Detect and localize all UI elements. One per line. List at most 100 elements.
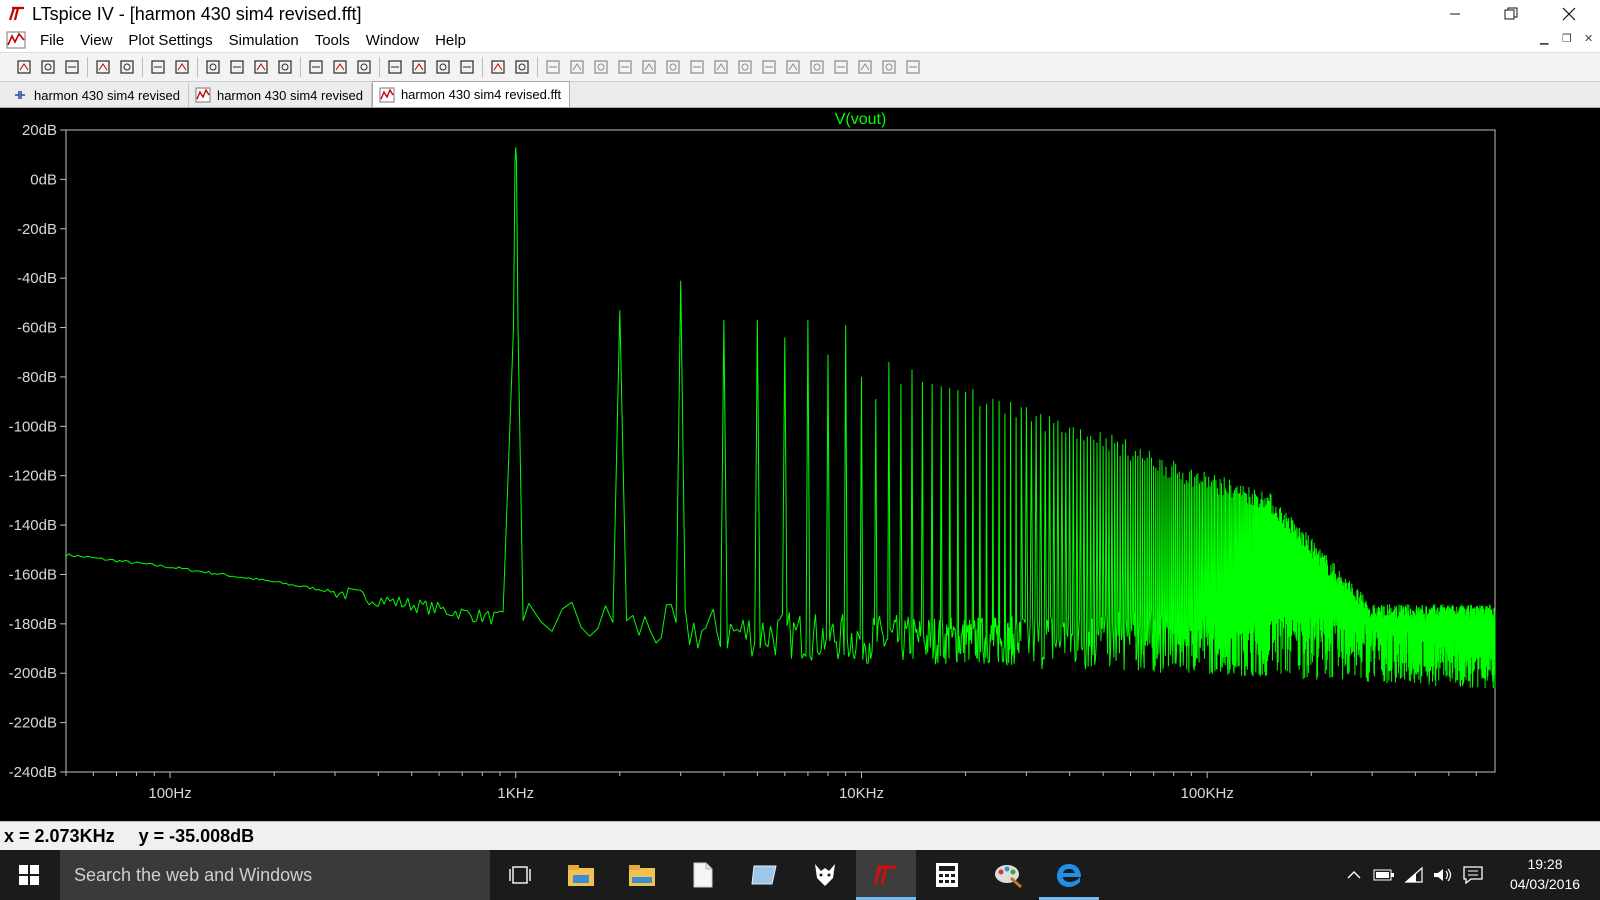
text-icon[interactable] <box>903 57 923 77</box>
inductor-icon[interactable] <box>687 57 707 77</box>
x-tick-label: 100KHz <box>1181 785 1234 802</box>
edge-icon[interactable] <box>1039 850 1099 900</box>
find-icon[interactable] <box>488 57 508 77</box>
toolbar-separator <box>482 57 483 77</box>
rotate-icon[interactable] <box>855 57 875 77</box>
sticky-icon[interactable] <box>734 850 794 900</box>
waveform-icon <box>379 87 395 102</box>
open-icon[interactable] <box>38 57 58 77</box>
action-center-icon[interactable] <box>1460 850 1486 900</box>
child-close-icon[interactable]: ✕ <box>1584 32 1593 45</box>
y-tick-label: 20dB <box>22 122 57 139</box>
child-minimize-icon[interactable]: ▁ <box>1540 32 1548 45</box>
wire-icon[interactable] <box>567 57 587 77</box>
cut-icon[interactable] <box>409 57 429 77</box>
paste-icon[interactable] <box>457 57 477 77</box>
cursor-y-readout: y = -35.008dB <box>138 825 255 846</box>
window-title: LTspice IV - [harmon 430 sim4 revised.ff… <box>32 3 362 24</box>
move-icon[interactable] <box>759 57 779 77</box>
title-bar: LTspice IV - [harmon 430 sim4 revised.ff… <box>0 0 1600 28</box>
battery-icon[interactable] <box>1372 850 1396 900</box>
tile-windows-icon[interactable] <box>354 57 374 77</box>
print-icon[interactable] <box>543 57 563 77</box>
calculator-icon[interactable] <box>917 850 977 900</box>
x-tick-label: 10KHz <box>839 785 884 802</box>
split-plot-icon[interactable] <box>330 57 350 77</box>
task-view-icon[interactable] <box>490 850 550 900</box>
menu-view[interactable]: View <box>72 32 120 49</box>
chevron-up-icon[interactable] <box>1343 850 1365 900</box>
tab-waveform[interactable]: harmon 430 sim4 revised <box>189 83 372 107</box>
volume-icon[interactable] <box>1431 850 1455 900</box>
foxit-icon[interactable] <box>795 850 855 900</box>
y-tick-label: -240dB <box>9 764 57 781</box>
pan-icon[interactable] <box>203 57 223 77</box>
menu-file[interactable]: File <box>32 32 72 49</box>
plot-pane[interactable]: 20dB 0dB -20dB -40dB -60dB -80dB -100dB -120dB -… <box>0 108 1600 821</box>
tab-label: harmon 430 sim4 revised <box>216 87 363 103</box>
menu-help[interactable]: Help <box>427 32 474 49</box>
clock-date[interactable]: 04/03/2016 <box>1505 876 1585 892</box>
zoom-back-icon[interactable] <box>227 57 247 77</box>
y-tick-label: -120dB <box>9 468 57 485</box>
document-icon[interactable] <box>673 850 733 900</box>
toolbar-separator <box>300 57 301 77</box>
fft-plot[interactable]: 20dB 0dB -20dB -40dB -60dB -80dB -100dB -120dB -… <box>0 108 1600 821</box>
clock-time[interactable]: 19:28 <box>1505 856 1585 872</box>
file-explorer-icon[interactable] <box>551 850 611 900</box>
folder-icon[interactable] <box>612 850 672 900</box>
wifi-icon[interactable] <box>1402 850 1426 900</box>
tab-schematic[interactable]: harmon 430 sim4 revised <box>6 83 189 107</box>
taskbar: Search the web and Windows 19:28 04/03/2… <box>0 850 1600 900</box>
redo-icon[interactable] <box>831 57 851 77</box>
drag-icon[interactable] <box>783 57 803 77</box>
y-tick-label: -40dB <box>17 270 57 287</box>
search-box[interactable]: Search the web and Windows <box>60 850 490 900</box>
minimize-icon[interactable] <box>1432 0 1478 28</box>
waveform-window-icon[interactable] <box>6 31 26 49</box>
tab-bar: harmon 430 sim4 revised harmon 430 sim4 … <box>0 81 1600 108</box>
autorange-icon[interactable] <box>275 57 295 77</box>
start-button[interactable] <box>0 850 58 900</box>
x-tick-label: 100Hz <box>148 785 191 802</box>
ltspice-icon[interactable] <box>856 850 916 900</box>
undo-icon[interactable] <box>807 57 827 77</box>
paint-icon[interactable] <box>978 850 1038 900</box>
tab-fft[interactable]: harmon 430 sim4 revised.fft <box>371 81 571 107</box>
trace-label[interactable]: V(vout) <box>835 111 887 128</box>
component-icon[interactable] <box>735 57 755 77</box>
save-icon[interactable] <box>62 57 82 77</box>
menu-tools[interactable]: Tools <box>307 32 358 49</box>
ground-icon[interactable] <box>591 57 611 77</box>
zoom-area-icon[interactable] <box>172 57 192 77</box>
control-panel-icon[interactable] <box>93 57 113 77</box>
zoom-fit-icon[interactable] <box>251 57 271 77</box>
print-preview-icon[interactable] <box>512 57 532 77</box>
y-tick-label: -20dB <box>17 221 57 238</box>
y-tick-label: -220dB <box>9 715 57 732</box>
label-icon[interactable] <box>615 57 635 77</box>
diode-icon[interactable] <box>711 57 731 77</box>
cascade-windows-icon[interactable] <box>385 57 405 77</box>
copy-icon[interactable] <box>433 57 453 77</box>
y-tick-label: -100dB <box>9 418 57 435</box>
toolbar <box>0 52 1600 82</box>
plot-frame <box>65 129 1496 773</box>
close-icon[interactable] <box>1546 0 1592 28</box>
child-restore-icon[interactable]: ❐ <box>1562 32 1572 45</box>
new-schematic-icon[interactable] <box>14 57 34 77</box>
menu-window[interactable]: Window <box>358 32 427 49</box>
mirror-icon[interactable] <box>879 57 899 77</box>
grid-icon[interactable] <box>306 57 326 77</box>
toolbar-separator <box>537 57 538 77</box>
run-icon[interactable] <box>117 57 137 77</box>
halt-icon[interactable] <box>148 57 168 77</box>
capacitor-icon[interactable] <box>663 57 683 77</box>
resistor-icon[interactable] <box>639 57 659 77</box>
fft-trace-vout[interactable] <box>65 147 1496 689</box>
y-tick-label: 0dB <box>30 171 57 188</box>
menu-simulation[interactable]: Simulation <box>221 32 307 49</box>
menu-plot-settings[interactable]: Plot Settings <box>120 32 220 49</box>
restore-icon[interactable] <box>1488 0 1534 28</box>
x-tick-label: 1KHz <box>497 785 534 802</box>
